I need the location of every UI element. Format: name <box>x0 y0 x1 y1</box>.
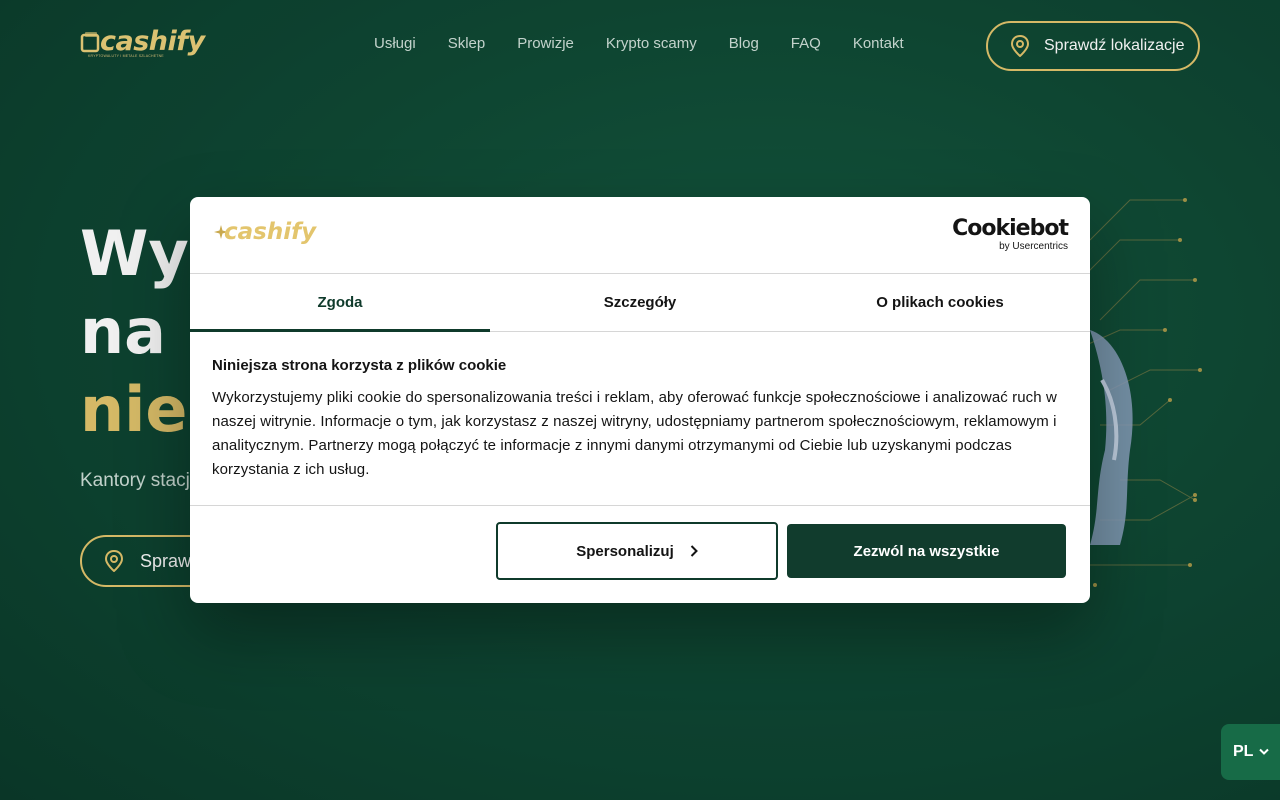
dialog-cashify-logo: cashify <box>214 219 324 251</box>
customize-button[interactable]: Spersonalizuj <box>496 522 778 580</box>
allow-all-button[interactable]: Zezwól na wszystkie <box>787 524 1066 578</box>
dialog-text: Wykorzystujemy pliki cookie do spersonal… <box>212 389 1057 478</box>
dialog-header: cashify Cookiebot by Usercentrics <box>190 197 1090 274</box>
tab-o-plikach-cookies[interactable]: O plikach cookies <box>790 274 1090 331</box>
tab-zgoda[interactable]: Zgoda <box>190 274 490 332</box>
cookie-consent-dialog: cashify Cookiebot by Usercentrics Zgoda … <box>190 197 1090 603</box>
chevron-down-icon <box>1259 748 1270 755</box>
dialog-heading: Niniejsza strona korzysta z plików cooki… <box>212 357 507 374</box>
cookiebot-by: by Usercentrics <box>999 241 1068 252</box>
customize-label: Spersonalizuj <box>576 542 674 560</box>
tab-szczegoly[interactable]: Szczegóły <box>490 274 790 331</box>
language-switcher[interactable]: PL <box>1221 724 1280 780</box>
language-label: PL <box>1233 743 1254 760</box>
dialog-footer: Spersonalizuj Zezwól na wszystkie <box>190 505 1090 603</box>
dialog-body: Niniejsza strona korzysta z plików cooki… <box>212 357 1068 482</box>
cookiebot-name: Cookiebot <box>952 216 1069 241</box>
dialog-tabs: Zgoda Szczegóły O plikach cookies <box>190 274 1090 332</box>
cookiebot-logo[interactable]: Cookiebot by Usercentrics <box>952 216 1069 253</box>
dialog-logo-text: cashify <box>224 219 317 245</box>
chevron-right-icon <box>690 545 698 557</box>
